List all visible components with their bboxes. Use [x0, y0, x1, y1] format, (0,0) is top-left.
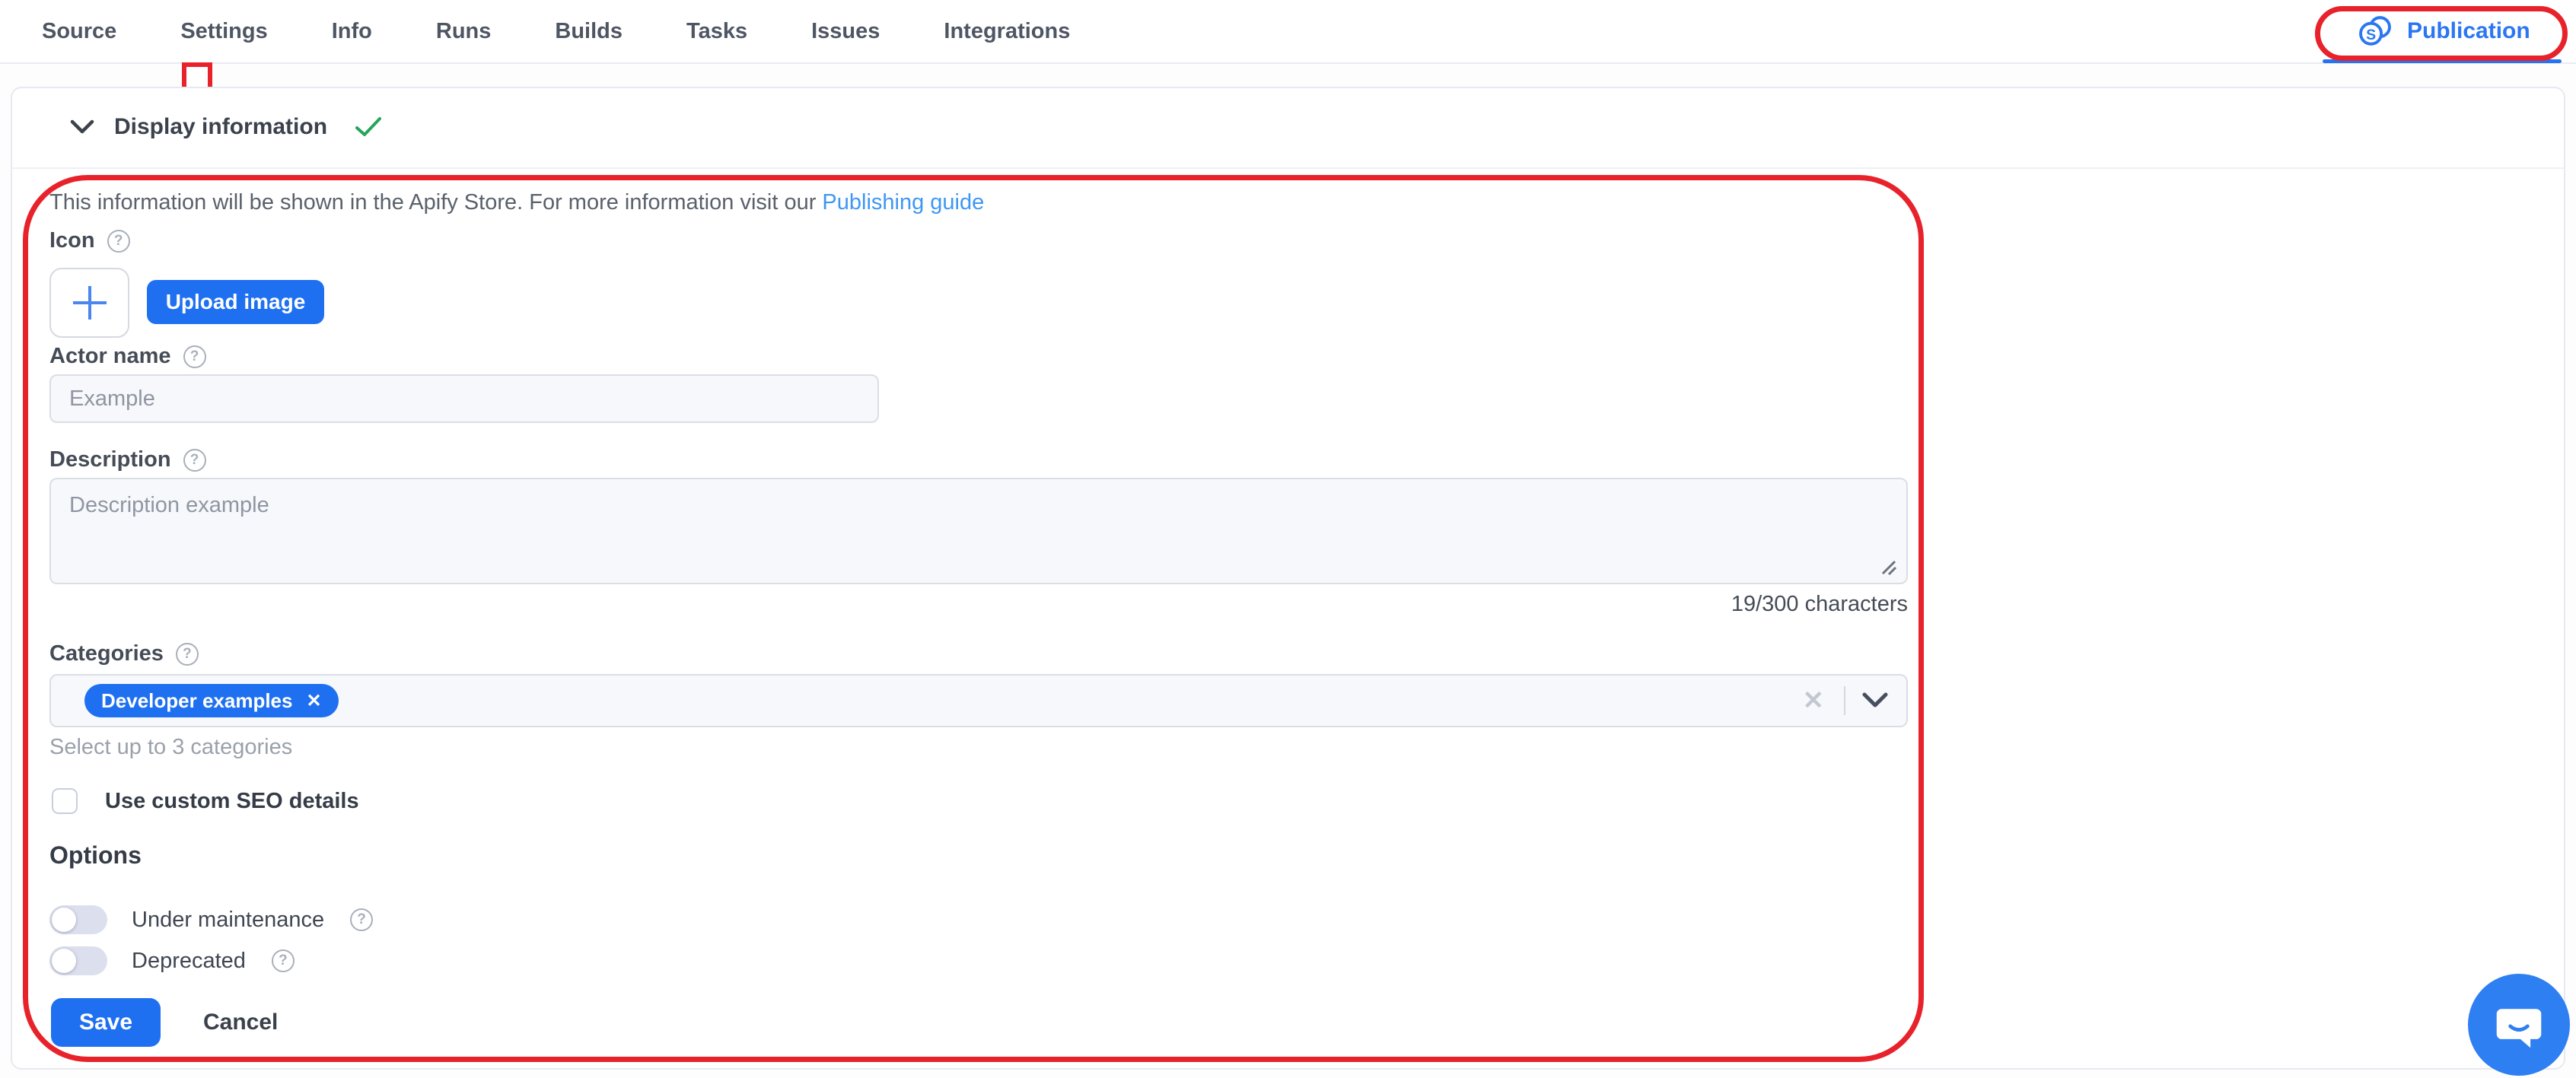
- nav-tab-integrations[interactable]: Integrations: [944, 19, 1070, 44]
- seo-checkbox[interactable]: [52, 788, 78, 814]
- nav-tab-source[interactable]: Source: [42, 19, 116, 44]
- options-heading: Options: [49, 841, 142, 870]
- seo-checkbox-label: Use custom SEO details: [105, 789, 359, 814]
- help-icon[interactable]: ?: [183, 345, 206, 368]
- actor-name-label: Actor name: [49, 344, 171, 369]
- icon-upload-dropzone[interactable]: [49, 268, 129, 338]
- categories-select-controls: ✕: [1783, 676, 1907, 726]
- svg-text:S: S: [2366, 27, 2376, 43]
- toggle-knob: [52, 908, 76, 932]
- categories-label-row: Categories ?: [49, 641, 199, 666]
- icon-field-label: Icon: [49, 228, 95, 253]
- under-maintenance-toggle[interactable]: [49, 905, 107, 934]
- section-header-display-information[interactable]: Display information: [11, 87, 2565, 169]
- icon-field-label-row: Icon ?: [49, 228, 130, 253]
- categories-label: Categories: [49, 641, 164, 666]
- select-chevron-down-icon[interactable]: [1845, 692, 1906, 709]
- cancel-button[interactable]: Cancel: [203, 998, 278, 1047]
- check-icon: [355, 116, 382, 138]
- seo-checkbox-row[interactable]: Use custom SEO details: [52, 788, 359, 814]
- chevron-down-icon: [70, 119, 94, 135]
- description-textarea[interactable]: [49, 478, 1908, 584]
- toggle-knob: [52, 949, 76, 973]
- coins-icon: S: [2355, 14, 2395, 48]
- nav-tab-runs[interactable]: Runs: [436, 19, 492, 44]
- category-tag-label: Developer examples: [101, 689, 292, 713]
- help-icon[interactable]: ?: [107, 230, 130, 253]
- nav-tab-publication[interactable]: S Publication: [2355, 0, 2530, 62]
- top-nav: Source Settings Info Runs Builds Tasks I…: [0, 0, 2576, 64]
- active-tab-indicator: [2323, 59, 2562, 63]
- nav-tab-tasks[interactable]: Tasks: [686, 19, 747, 44]
- chat-widget-button[interactable]: [2468, 974, 2570, 1076]
- categories-hint: Select up to 3 categories: [49, 735, 292, 760]
- deprecated-toggle[interactable]: [49, 946, 107, 975]
- actor-name-label-row: Actor name ?: [49, 344, 206, 369]
- nav-tab-publication-label: Publication: [2407, 18, 2530, 44]
- help-icon[interactable]: ?: [176, 643, 199, 666]
- nav-tab-settings[interactable]: Settings: [180, 19, 267, 44]
- clear-all-icon[interactable]: ✕: [1783, 685, 1845, 716]
- save-button[interactable]: Save: [51, 998, 161, 1047]
- deprecated-label: Deprecated: [132, 949, 246, 974]
- deprecated-row: Deprecated ?: [49, 946, 295, 975]
- plus-icon: [68, 281, 111, 324]
- remove-tag-icon[interactable]: ✕: [306, 690, 321, 712]
- help-icon[interactable]: ?: [350, 908, 373, 931]
- nav-tab-builds[interactable]: Builds: [555, 19, 623, 44]
- section-title: Display information: [114, 114, 327, 140]
- intro-text-body: This information will be shown in the Ap…: [49, 190, 822, 215]
- description-label: Description: [49, 447, 171, 472]
- chat-bubble-icon: [2492, 999, 2546, 1051]
- categories-select[interactable]: Developer examples ✕ ✕: [49, 674, 1908, 727]
- nav-tab-list: Source Settings Info Runs Builds Tasks I…: [42, 0, 1070, 62]
- category-tag: Developer examples ✕: [84, 684, 339, 717]
- under-maintenance-row: Under maintenance ?: [49, 905, 373, 934]
- help-icon[interactable]: ?: [272, 949, 295, 972]
- nav-tab-issues[interactable]: Issues: [811, 19, 880, 44]
- nav-tab-info[interactable]: Info: [332, 19, 372, 44]
- publishing-guide-link[interactable]: Publishing guide: [822, 190, 984, 215]
- description-label-row: Description ?: [49, 447, 206, 472]
- character-counter: 19/300 characters: [49, 592, 1908, 617]
- intro-text: This information will be shown in the Ap…: [49, 190, 984, 215]
- help-icon[interactable]: ?: [183, 449, 206, 472]
- under-maintenance-label: Under maintenance: [132, 908, 324, 933]
- actor-name-input[interactable]: [49, 374, 879, 423]
- upload-image-button[interactable]: Upload image: [147, 280, 324, 324]
